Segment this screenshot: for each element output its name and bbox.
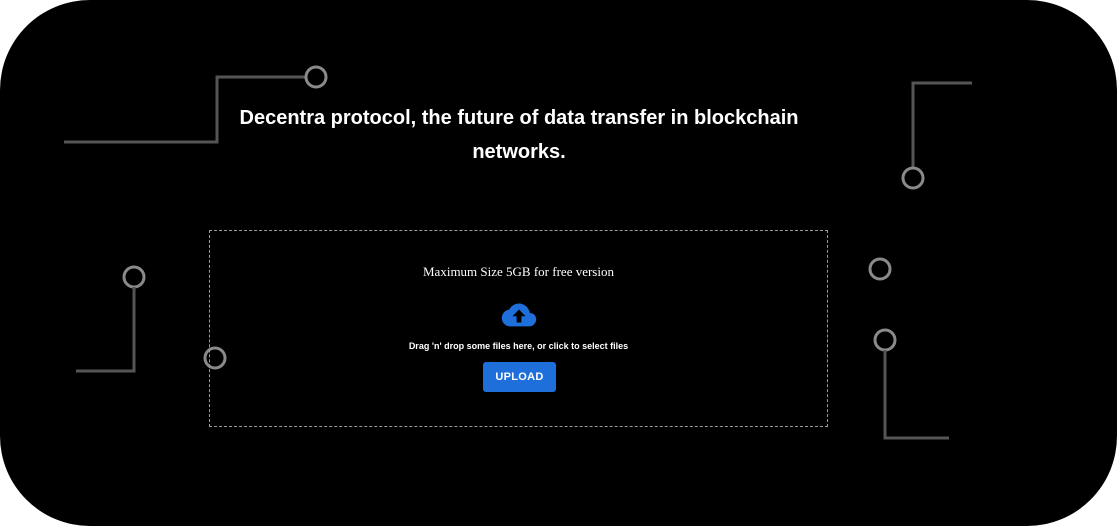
app-frame: Decentra protocol, the future of data tr… xyxy=(0,0,1117,526)
circuit-trace-left-middle xyxy=(74,265,146,412)
cloud-upload-icon xyxy=(501,303,537,327)
circuit-trace-right-middle xyxy=(868,257,968,281)
upload-button[interactable]: UPLOAD xyxy=(483,362,556,392)
circuit-trace-right-lower xyxy=(873,328,951,492)
file-dropzone[interactable]: Maximum Size 5GB for free version Drag '… xyxy=(209,230,828,427)
hero-headline: Decentra protocol, the future of data tr… xyxy=(239,107,799,163)
max-size-note: Maximum Size 5GB for free version xyxy=(423,264,614,279)
circuit-trace-top-right xyxy=(901,30,974,190)
drag-drop-instruction: Drag 'n' drop some files here, or click … xyxy=(408,341,629,351)
